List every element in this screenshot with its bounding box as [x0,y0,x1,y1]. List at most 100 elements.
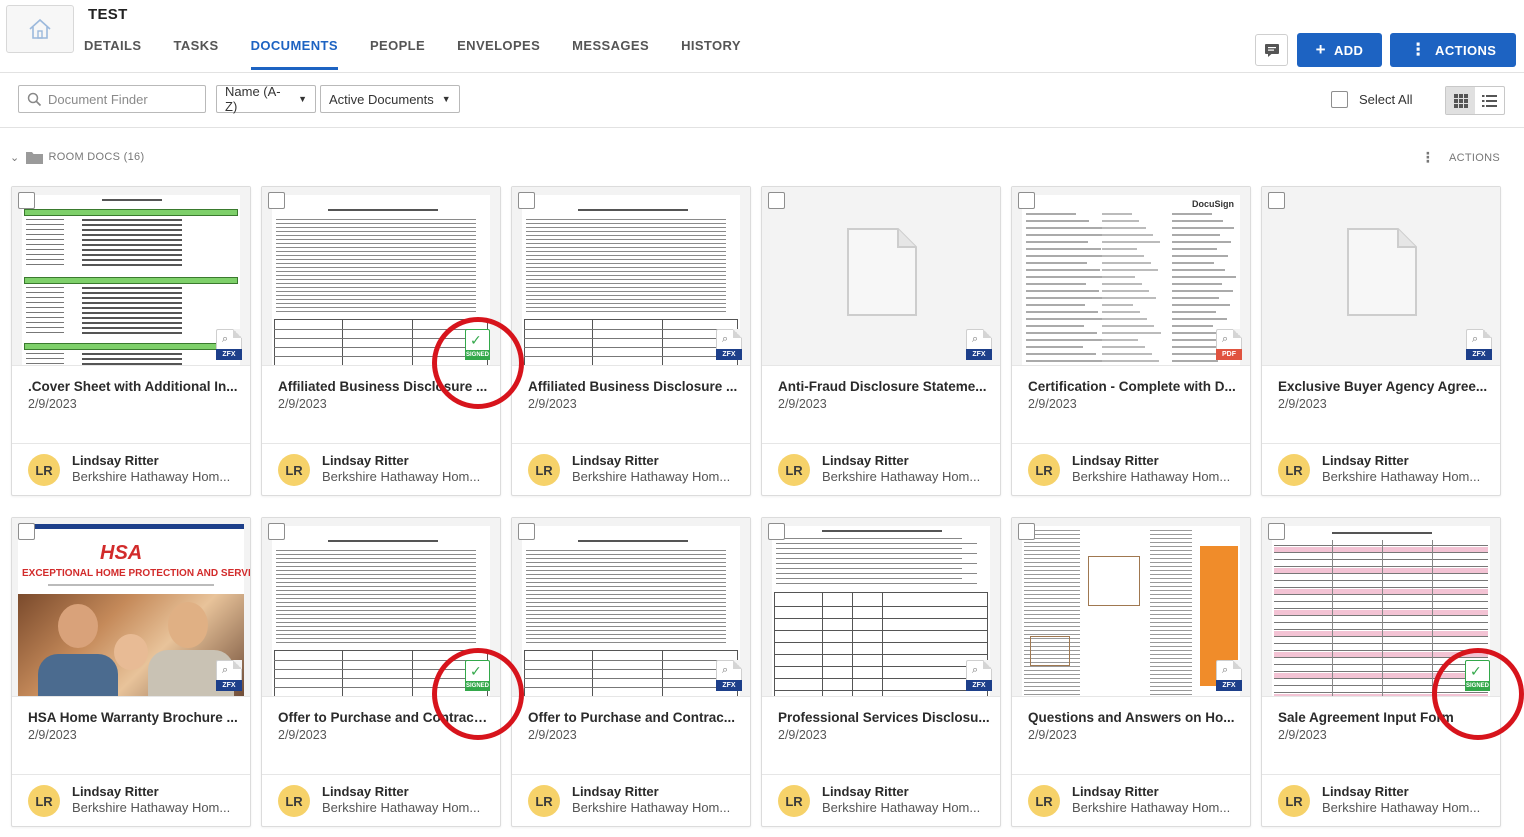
document-select-checkbox[interactable] [18,192,35,209]
owner-company: Berkshire Hathaway Hom... [72,800,231,815]
chat-icon [1264,43,1279,57]
sort-select[interactable]: Name (A-Z) ▼ [216,84,316,114]
document-preview [772,526,990,696]
document-select-checkbox[interactable] [1268,192,1285,209]
file-type-label: ZFX [966,349,992,360]
file-type-badge: ⌕ ZFX [716,660,742,691]
document-preview: DocuSign [1022,195,1240,365]
document-select-checkbox[interactable] [1018,192,1035,209]
list-view-button[interactable] [1475,87,1504,114]
document-select-checkbox[interactable] [768,192,785,209]
highlight-circle [1432,648,1524,740]
owner-name: Lindsay Ritter [572,453,659,468]
document-date: 2/9/2023 [528,728,577,742]
highlight-circle [432,648,524,740]
document-select-checkbox[interactable] [1268,523,1285,540]
document-thumbnail[interactable]: ⌕ ZFX [12,187,250,366]
document-placeholder-icon [847,228,917,316]
document-select-checkbox[interactable] [518,192,535,209]
owner-name: Lindsay Ritter [822,453,909,468]
file-type-badge: ⌕ ZFX [1216,660,1242,691]
select-all-checkbox[interactable] [1331,91,1348,108]
grid-icon [1453,93,1468,108]
owner-name: Lindsay Ritter [1322,784,1409,799]
document-thumbnail[interactable]: HSA EXCEPTIONAL HOME PROTECTION AND SERVI… [12,518,250,697]
document-preview [522,195,740,365]
document-card[interactable]: HSA EXCEPTIONAL HOME PROTECTION AND SERVI… [11,517,251,827]
document-thumbnail[interactable]: ⌕ ZFX [1262,187,1500,366]
document-title[interactable]: Professional Services Disclosu... [778,710,990,725]
document-card[interactable]: ⌕ ZFX Anti-Fraud Disclosure Stateme... 2/9/… [761,186,1001,496]
tab-documents[interactable]: DOCUMENTS [250,38,339,70]
avatar: LR [778,454,810,486]
document-thumbnail[interactable]: ⌕ ZFX [1012,518,1250,697]
select-all[interactable]: Select All [1331,91,1412,108]
document-select-checkbox[interactable] [1018,523,1035,540]
document-date: 2/9/2023 [1028,397,1077,411]
tab-history[interactable]: HISTORY [681,38,741,70]
document-select-checkbox[interactable] [768,523,785,540]
document-thumbnail[interactable]: ⌕ ZFX [762,518,1000,697]
tab-people[interactable]: PEOPLE [370,38,425,70]
hsa-logo: HSA [100,542,143,564]
folder-label: ROOM DOCS (16) [48,151,145,163]
chevron-down-icon[interactable]: ⌄ [10,151,20,164]
document-card[interactable]: ⌕ ZFX Exclusive Buyer Agency Agree... 2/9/2… [1261,186,1501,496]
document-card[interactable]: ✓ SIGNED Sale Agreement Input Form 2/9/2023… [1261,517,1524,827]
document-owner: LR Lindsay Ritter Berkshire Hathaway Hom..… [512,774,750,827]
document-title[interactable]: Questions and Answers on Ho... [1028,710,1240,725]
grid-view-button[interactable] [1446,87,1475,114]
file-type-badge: ⌕ PDF [1216,329,1242,360]
document-preview [22,195,240,365]
avatar: LR [1028,785,1060,817]
document-select-checkbox[interactable] [518,523,535,540]
file-type-icon: ⌕ [1472,333,1479,345]
document-title[interactable]: Exclusive Buyer Agency Agree... [1278,379,1490,394]
owner-company: Berkshire Hathaway Hom... [322,469,481,484]
document-card[interactable]: ⌕ ZFX Offer to Purchase and Contrac... 2/9/… [511,517,751,827]
document-title[interactable]: Anti-Fraud Disclosure Stateme... [778,379,990,394]
document-date: 2/9/2023 [278,397,327,411]
document-thumbnail[interactable]: ⌕ ZFX [512,518,750,697]
document-card[interactable]: ✓ SIGNED Affiliated Business Disclosure ..… [261,186,524,496]
document-thumbnail[interactable]: DocuSign ⌕ PDF [1012,187,1250,366]
folder-actions-button[interactable]: ⋮ ACTIONS [1421,149,1500,166]
document-select-checkbox[interactable] [268,192,285,209]
document-card[interactable]: ⌕ ZFX Questions and Answers on Ho... 2/9/20… [1011,517,1251,827]
document-title[interactable]: Certification - Complete with D... [1028,379,1240,394]
file-type-icon: ⌕ [972,664,979,676]
avatar: LR [1278,454,1310,486]
owner-name: Lindsay Ritter [322,784,409,799]
document-card[interactable]: ⌕ ZFX Affiliated Business Disclosure ... 2/… [511,186,751,496]
file-type-label: ZFX [966,680,992,691]
document-card[interactable]: ✓ SIGNED Offer to Purchase and Contract ..… [261,517,524,827]
folder-header[interactable]: ⌄ ROOM DOCS (16) ⋮ ACTIONS [10,146,1510,168]
chat-button[interactable] [1255,34,1288,66]
document-title[interactable]: .Cover Sheet with Additional In... [28,379,240,394]
document-title[interactable]: Affiliated Business Disclosure ... [528,379,740,394]
document-finder[interactable] [18,85,206,113]
document-card[interactable]: DocuSign ⌕ PDF Certification - Complete wit… [1011,186,1251,496]
document-select-checkbox[interactable] [268,523,285,540]
file-type-icon: ⌕ [722,664,729,676]
filter-select[interactable]: Active Documents ▼ [320,85,460,113]
add-button[interactable]: + ADD [1297,33,1382,67]
tab-tasks[interactable]: TASKS [173,38,218,70]
tab-messages[interactable]: MESSAGES [572,38,649,70]
document-thumbnail[interactable]: ⌕ ZFX [762,187,1000,366]
document-select-checkbox[interactable] [18,523,35,540]
owner-company: Berkshire Hathaway Hom... [1072,469,1231,484]
file-type-badge: ⌕ ZFX [216,660,242,691]
document-card[interactable]: ⌕ ZFX Professional Services Disclosu... 2/9… [761,517,1001,827]
document-title[interactable]: Offer to Purchase and Contrac... [528,710,740,725]
document-title[interactable]: HSA Home Warranty Brochure ... [28,710,240,725]
tab-envelopes[interactable]: ENVELOPES [457,38,540,70]
room-home-button[interactable] [6,5,74,53]
owner-name: Lindsay Ritter [572,784,659,799]
actions-button[interactable]: ⋮ ACTIONS [1390,33,1516,67]
document-finder-input[interactable] [48,91,198,107]
document-date: 2/9/2023 [1278,397,1327,411]
tab-details[interactable]: DETAILS [84,38,141,70]
document-card[interactable]: ⌕ ZFX .Cover Sheet with Additional In... 2/… [11,186,251,496]
document-thumbnail[interactable]: ⌕ ZFX [512,187,750,366]
